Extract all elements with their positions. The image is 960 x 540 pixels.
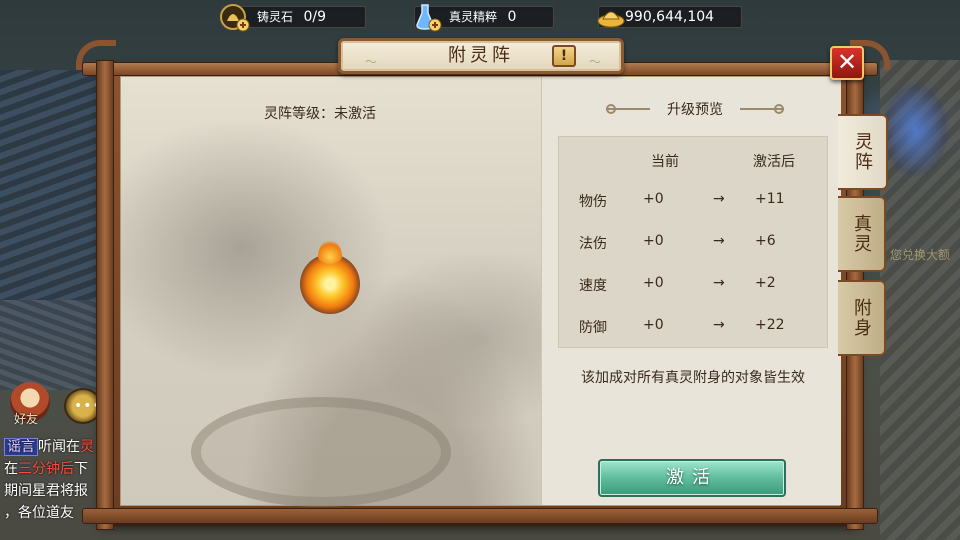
resource-gold: 990,644,104 (597, 6, 742, 28)
stat-after: +11 (755, 191, 785, 207)
stat-after: +6 (755, 233, 776, 249)
frame-post-left (96, 60, 114, 530)
arrow-right-icon: → (713, 275, 725, 291)
gold-stone-plus-icon[interactable] (219, 1, 251, 33)
resource-casting-stone: 铸灵石 0/9 (220, 4, 366, 32)
cloud-ornament-icon: 〜 (588, 55, 601, 69)
activate-button[interactable]: 激活 (598, 459, 786, 497)
stats-table: 当前 激活后 物伤 +0 → +11 法伤 +0 → +6 速度 +0 → +2… (558, 136, 828, 348)
stat-name: 速度 (579, 278, 607, 294)
tab-possession[interactable]: 附身 (838, 280, 886, 356)
stat-name: 法伤 (579, 236, 607, 252)
scene-roof-left (0, 70, 110, 300)
arrow-right-icon: → (713, 317, 725, 333)
bonus-note: 该加成对所有真灵附身的对象皆生效 (581, 370, 805, 386)
stat-after: +22 (755, 317, 785, 333)
resource-label: 铸灵石 (257, 10, 294, 24)
gold-ingot-icon (597, 11, 625, 28)
tab-true-spirit[interactable]: 真灵 (838, 196, 886, 272)
yin-yang-platform (191, 397, 451, 507)
tab-formation[interactable]: 灵阵 (838, 114, 888, 190)
friend-label: 好友 (14, 412, 39, 426)
resource-value: 990,644,104 (625, 9, 715, 25)
resource-value: 0/9 (303, 9, 326, 25)
arrow-right-icon: → (713, 233, 725, 249)
scene-hint-text: 您兑换大额 (890, 248, 951, 262)
stat-current: +0 (643, 317, 664, 333)
help-button[interactable]: ! (552, 45, 576, 67)
title-plaque: 〜 附灵阵 〜 (338, 38, 624, 74)
chat-text: 在 (4, 461, 18, 477)
stat-current: +0 (643, 275, 664, 291)
chat-text: 听闻在 (38, 439, 80, 455)
stat-name: 物伤 (579, 194, 607, 210)
stat-current: +0 (643, 233, 664, 249)
header-current: 当前 (651, 154, 679, 170)
dialog-title: 附灵阵 (448, 45, 514, 66)
arrow-right-icon: → (713, 191, 725, 207)
resource-value: 0 (507, 9, 517, 25)
frame-bottom-beam (82, 508, 878, 524)
table-row: 防御 +0 → +22 (559, 317, 829, 337)
formation-level-label: 灵阵等级：未激活 (264, 106, 376, 122)
table-row: 速度 +0 → +2 (559, 275, 829, 295)
resource-true-essence: 真灵精粹 0 (414, 4, 554, 32)
resource-label: 真灵精粹 (449, 10, 498, 24)
chat-tag-rumor: 谣言 (4, 438, 38, 456)
scene-roof-left-lower (0, 300, 110, 390)
stat-current: +0 (643, 191, 664, 207)
blue-flask-plus-icon[interactable] (411, 1, 443, 33)
table-row: 法伤 +0 → +6 (559, 233, 829, 253)
stat-after: +2 (755, 275, 776, 291)
chat-text: 下 (74, 461, 88, 477)
close-button[interactable]: ✕ (830, 46, 864, 80)
stat-name: 防御 (579, 320, 607, 336)
table-row: 物伤 +0 → +11 (559, 191, 829, 211)
header-after: 激活后 (753, 154, 795, 170)
upgrade-preview-title: 升级预览 (667, 102, 723, 118)
scene-spirit-creature (880, 80, 950, 180)
chat-highlight: 灵 (80, 439, 94, 455)
header-ornament-swirl-icon (774, 104, 784, 114)
chat-highlight: 三分钟后 (18, 461, 74, 477)
